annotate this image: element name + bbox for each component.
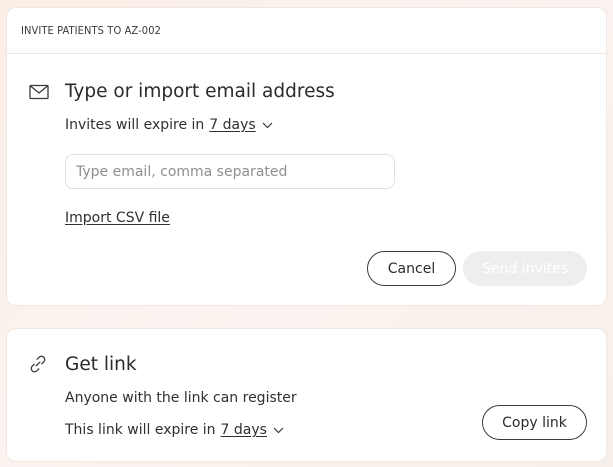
- invite-card-header: INVITE PATIENTS TO AZ-002: [7, 8, 606, 54]
- get-link-description: Anyone with the link can register: [65, 390, 297, 406]
- email-input[interactable]: [65, 154, 395, 189]
- link-expiry-row: This link will expire in 7 days: [65, 423, 284, 437]
- invite-card: INVITE PATIENTS TO AZ-002 Type or import…: [6, 7, 607, 306]
- mail-icon: [29, 84, 49, 104]
- link-expiry-text: This link will expire in: [65, 422, 216, 438]
- link-expiry-dropdown[interactable]: 7 days: [221, 423, 267, 437]
- get-link-title: Get link: [65, 354, 137, 375]
- chevron-down-icon[interactable]: [262, 118, 273, 132]
- invite-expiry-dropdown[interactable]: 7 days: [209, 118, 255, 132]
- invite-expiry-text: Invites will expire in: [65, 117, 205, 133]
- import-csv-link[interactable]: Import CSV file: [65, 211, 170, 225]
- invite-expiry-row: Invites will expire in 7 days: [65, 118, 273, 132]
- send-invites-button[interactable]: Send invites: [463, 251, 587, 286]
- copy-link-button[interactable]: Copy link: [482, 405, 587, 440]
- link-icon: [28, 354, 48, 378]
- invite-section-title: Type or import email address: [65, 81, 335, 102]
- get-link-card: Get link Anyone with the link can regist…: [6, 328, 607, 462]
- cancel-button[interactable]: Cancel: [367, 251, 456, 286]
- chevron-down-icon[interactable]: [273, 423, 284, 437]
